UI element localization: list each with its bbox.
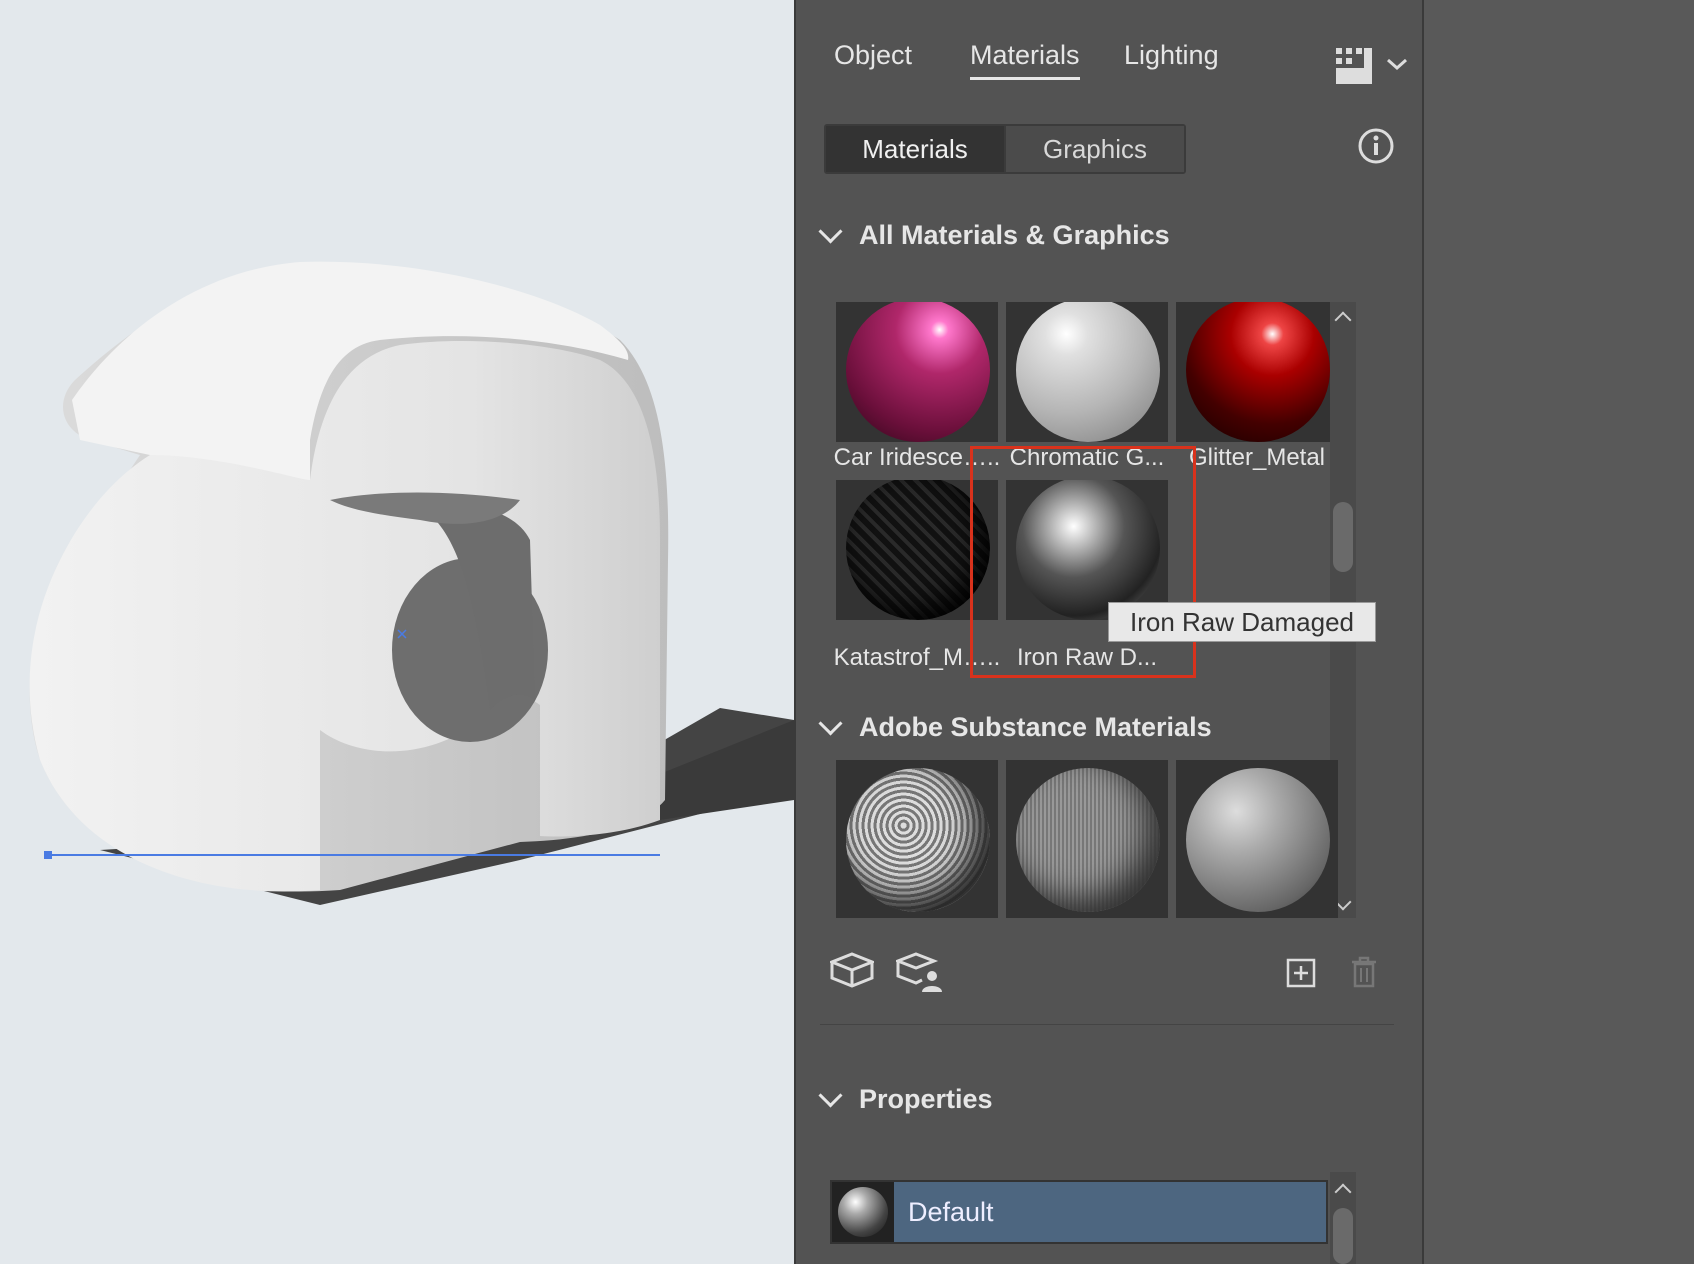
material-tile-chromatic-gloss[interactable] bbox=[1006, 302, 1168, 442]
selected-material-name: Default bbox=[908, 1196, 994, 1227]
properties-material-row[interactable]: Default bbox=[830, 1180, 1328, 1244]
segment-materials[interactable]: Materials bbox=[826, 126, 1004, 172]
materials-graphics-toggle: Materials Graphics bbox=[824, 124, 1186, 174]
workspace-background bbox=[1424, 0, 1694, 1264]
chevron-down-icon bbox=[818, 711, 843, 736]
material-label: Glitter_Metal bbox=[1188, 444, 1326, 471]
section-title: Properties bbox=[859, 1084, 993, 1114]
cube-material-icon[interactable] bbox=[827, 952, 877, 993]
chevron-down-icon bbox=[818, 219, 843, 244]
section-title: Adobe Substance Materials bbox=[859, 712, 1212, 742]
substance-tile-2[interactable] bbox=[1006, 760, 1168, 918]
tab-lighting[interactable]: Lighting bbox=[1124, 40, 1219, 71]
section-properties[interactable]: Properties bbox=[818, 1083, 993, 1115]
material-tooltip: Iron Raw Damaged bbox=[1108, 602, 1376, 642]
chevron-down-icon bbox=[818, 1083, 843, 1108]
chevron-down-icon[interactable] bbox=[1386, 56, 1408, 77]
add-material-icon[interactable] bbox=[1286, 958, 1316, 993]
section-title: All Materials & Graphics bbox=[859, 220, 1170, 250]
properties-scrollbar[interactable] bbox=[1330, 1172, 1356, 1264]
render-settings-icon[interactable] bbox=[1336, 48, 1372, 89]
material-tile-car-iridescent[interactable] bbox=[836, 302, 998, 442]
scroll-up-icon[interactable] bbox=[1334, 311, 1352, 329]
scroll-thumb[interactable] bbox=[1333, 1208, 1353, 1264]
substance-tile-3[interactable] bbox=[1176, 760, 1338, 918]
scroll-thumb[interactable] bbox=[1333, 502, 1353, 572]
tab-object[interactable]: Object bbox=[834, 40, 912, 71]
substance-tile-1[interactable] bbox=[836, 760, 998, 918]
segment-graphics[interactable]: Graphics bbox=[1004, 126, 1184, 172]
tab-materials[interactable]: Materials bbox=[970, 40, 1080, 80]
artboard-canvas[interactable] bbox=[0, 0, 794, 1264]
material-tile-glitter-metal[interactable] bbox=[1176, 302, 1338, 442]
3d-letter-a[interactable] bbox=[0, 0, 794, 1264]
trash-icon bbox=[1350, 956, 1378, 993]
section-substance-materials[interactable]: Adobe Substance Materials bbox=[818, 711, 1212, 743]
info-icon[interactable] bbox=[1358, 128, 1394, 169]
material-swatch bbox=[832, 1182, 894, 1242]
highlight-box bbox=[970, 446, 1196, 678]
divider bbox=[820, 1024, 1394, 1025]
scroll-up-icon[interactable] bbox=[1334, 1183, 1352, 1201]
user-materials-icon[interactable] bbox=[893, 952, 942, 997]
section-all-materials[interactable]: All Materials & Graphics bbox=[818, 219, 1170, 251]
